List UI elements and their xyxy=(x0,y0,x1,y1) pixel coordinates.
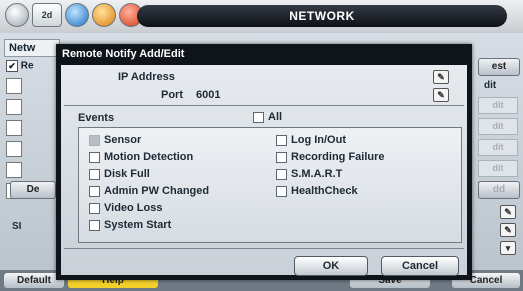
tab-network[interactable]: Netw xyxy=(4,39,60,57)
row-checkbox[interactable] xyxy=(6,99,22,115)
row-checkbox[interactable] xyxy=(6,78,22,94)
checkbox-icon xyxy=(89,202,100,214)
ip-address-field[interactable] xyxy=(191,71,429,85)
event-label: Log In/Out xyxy=(291,134,346,146)
event-healthcheck[interactable]: HealthCheck xyxy=(276,185,358,197)
ip-address-label: IP Address xyxy=(118,71,175,83)
event-label: Admin PW Changed xyxy=(104,185,210,197)
network-globe-icon[interactable] xyxy=(65,3,89,27)
camera-icon[interactable] xyxy=(5,3,29,27)
all-checkbox[interactable]: All xyxy=(253,111,282,123)
event-sensor: Sensor xyxy=(89,134,141,146)
row-edit-button[interactable]: dit xyxy=(478,118,518,135)
checkbox-icon xyxy=(276,168,287,180)
pencil-icon[interactable]: ✎ xyxy=(500,205,516,219)
port-label: Port xyxy=(161,89,183,101)
all-label: All xyxy=(268,111,283,123)
ok-button[interactable]: OK xyxy=(294,256,368,276)
checkbox-icon xyxy=(89,134,100,146)
test-button[interactable]: est xyxy=(478,58,520,76)
divider xyxy=(64,105,464,106)
dropdown-icon[interactable]: ▾ xyxy=(500,241,516,255)
event-label: Motion Detection xyxy=(104,151,194,163)
edit-column-header: dit xyxy=(484,80,497,91)
checkbox-icon xyxy=(276,134,287,146)
checkbox-icon xyxy=(89,185,100,197)
row-checkbox[interactable] xyxy=(6,141,22,157)
event-admin-pw-changed[interactable]: Admin PW Changed xyxy=(89,185,209,197)
remote-notify-check[interactable]: ✔ Re xyxy=(6,60,52,74)
row-checkbox[interactable] xyxy=(6,162,22,178)
event-label: System Start xyxy=(104,219,172,231)
dialog-cancel-button[interactable]: Cancel xyxy=(381,256,459,276)
event-label: Sensor xyxy=(104,134,142,146)
checkbox-icon xyxy=(276,185,287,197)
edit-ip-icon[interactable]: ✎ xyxy=(433,70,449,84)
remote-notify-dialog: Remote Notify Add/Edit IP Address ✎ Port… xyxy=(56,44,472,280)
row-checkbox[interactable] xyxy=(6,120,22,136)
menu-icons: 2d xyxy=(5,3,143,30)
event-log-in-out[interactable]: Log In/Out xyxy=(276,134,346,146)
events-label: Events xyxy=(78,112,115,124)
event-label: Recording Failure xyxy=(291,151,385,163)
checkbox-icon xyxy=(276,151,287,163)
event-system-start[interactable]: System Start xyxy=(89,219,171,231)
remote-notify-check-label: Re xyxy=(20,60,34,72)
row-edit-button[interactable]: dit xyxy=(478,160,518,177)
row-edit-button[interactable]: dit xyxy=(478,97,518,114)
edit-port-icon[interactable]: ✎ xyxy=(433,88,449,102)
event-video-loss[interactable]: Video Loss xyxy=(89,202,162,214)
event-label: Video Loss xyxy=(104,202,163,214)
add-button[interactable]: dd xyxy=(478,181,520,199)
tools-icon[interactable] xyxy=(92,3,116,27)
event-recording-failure[interactable]: Recording Failure xyxy=(276,151,385,163)
side-label: SI xyxy=(12,221,22,232)
checkbox-icon xyxy=(253,111,264,123)
top-menu-bar: 2d NETWORK xyxy=(0,0,523,34)
checkbox-icon xyxy=(89,151,100,163)
port-field[interactable]: 6001 xyxy=(196,89,220,101)
default-button[interactable]: Default xyxy=(4,273,64,288)
event-label: Disk Full xyxy=(104,168,150,180)
checkbox-icon xyxy=(89,168,100,180)
menu-title: NETWORK xyxy=(137,5,507,27)
event-label: S.M.A.R.T xyxy=(291,168,343,180)
event-disk-full[interactable]: Disk Full xyxy=(89,168,150,180)
delete-button[interactable]: De xyxy=(10,181,56,199)
row-edit-button[interactable]: dit xyxy=(478,139,518,156)
dialog-body: IP Address ✎ Port 6001 ✎ Events All Sens… xyxy=(61,65,467,276)
event-smart[interactable]: S.M.A.R.T xyxy=(276,168,342,180)
checkbox-icon xyxy=(89,219,100,231)
divider xyxy=(64,248,464,249)
event-label: HealthCheck xyxy=(291,185,358,197)
check-icon: ✔ xyxy=(6,60,18,72)
dialog-title: Remote Notify Add/Edit xyxy=(62,48,185,60)
dvr-icon[interactable]: 2d xyxy=(32,3,62,27)
event-motion-detection[interactable]: Motion Detection xyxy=(89,151,193,163)
pencil-icon[interactable]: ✎ xyxy=(500,223,516,237)
events-panel: Sensor Motion Detection Disk Full Admin … xyxy=(78,127,462,243)
